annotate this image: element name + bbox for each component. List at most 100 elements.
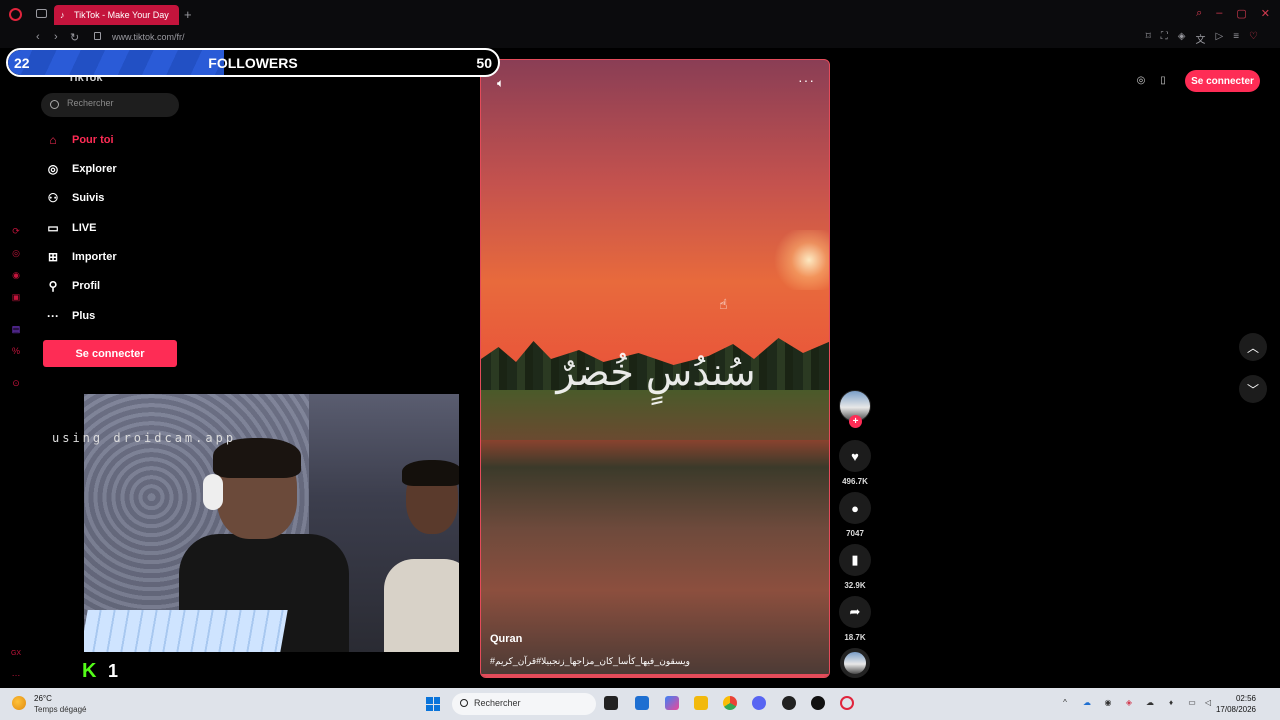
phone-icon[interactable]: ▯ <box>1157 75 1169 87</box>
sidebar-item-importer[interactable]: ⊞ Importer <box>44 247 184 267</box>
save-button[interactable]: ▮ <box>839 544 871 576</box>
sidebar-item-label: Pour toi <box>72 134 114 146</box>
copilot-icon[interactable] <box>665 696 679 710</box>
meadow <box>481 390 829 440</box>
search-box[interactable] <box>41 93 179 117</box>
opera-gx-icon[interactable] <box>840 696 854 710</box>
bookmark-icon: ▮ <box>851 552 859 567</box>
chevron-down-icon: ﹀ <box>1246 382 1259 397</box>
webcam-person <box>384 460 459 652</box>
sidebar-item-live[interactable]: ▭ LIVE <box>44 218 184 238</box>
droidcam-watermark: using droidcam.app <box>52 431 237 445</box>
shield-icon[interactable]: ◈ <box>1178 31 1186 46</box>
url-field[interactable]: www.tiktok.com/fr/ <box>112 32 185 42</box>
followers-goal-bar: 22 FOLLOWERS 50 <box>6 48 500 77</box>
reload-icon[interactable]: ↻ <box>70 31 79 44</box>
bookmark-icon[interactable]: ⌑ <box>1146 31 1151 46</box>
history-icon[interactable]: ⟳ <box>10 226 22 238</box>
onedrive-icon[interactable]: ☁ <box>1082 698 1092 708</box>
header-login-button[interactable]: Se connecter <box>1185 70 1260 92</box>
tray-app-icon[interactable]: ◈ <box>1124 698 1134 708</box>
maximize-icon[interactable]: ▢ <box>1236 7 1246 20</box>
opera-sidebar: ⟳ ◎ ◉ ▣ ▤ % ⊙ GX … <box>0 48 32 688</box>
next-video-button[interactable]: ﹀ <box>1239 375 1267 403</box>
tab-title: TikTok - Make Your Day <box>74 10 169 20</box>
task-view-icon[interactable] <box>604 696 618 710</box>
windows-start-icon[interactable] <box>426 697 440 711</box>
weather-description[interactable]: Temps dégagé <box>34 705 86 714</box>
login-button[interactable]: Se connecter <box>43 340 177 367</box>
workspace-icon[interactable]: ▣ <box>10 292 22 304</box>
new-tab-button[interactable]: + <box>184 7 192 22</box>
gx-icon[interactable]: GX <box>10 650 22 662</box>
twitch-icon[interactable]: ▤ <box>10 324 22 336</box>
microphone-icon[interactable]: ♦ <box>1166 698 1176 708</box>
snapshot-icon[interactable]: ⛶ <box>1161 31 1168 46</box>
tab-list-icon[interactable] <box>36 9 47 18</box>
lock-icon <box>94 32 101 40</box>
video-progress-bar[interactable] <box>481 674 829 677</box>
browser-toolbar: ⌑ ⛶ ◈ 文 ▷ ≡ ♡ <box>1146 31 1258 46</box>
clock-time[interactable]: 02:56 <box>1236 694 1256 703</box>
weather-temperature[interactable]: 26°C <box>34 694 52 703</box>
file-explorer-icon[interactable] <box>694 696 708 710</box>
comment-button[interactable]: ● <box>839 492 871 524</box>
easy-setup-icon[interactable]: ≡ <box>1233 31 1239 46</box>
tray-chevron-icon[interactable]: ^ <box>1060 698 1070 708</box>
follow-plus-icon[interactable]: + <box>849 415 862 428</box>
taskbar-search[interactable]: Rechercher <box>452 693 596 715</box>
sidebar-item-pour-toi[interactable]: ⌂ Pour toi <box>44 130 184 150</box>
video-description[interactable]: #ويسقون_فيها_كأسا_كان_مزاجها_زنجبيلا#قرآ… <box>490 656 690 667</box>
ai-icon[interactable]: ◎ <box>10 248 22 260</box>
heart-icon: ♥ <box>851 448 859 464</box>
opera-logo-icon[interactable] <box>9 8 22 21</box>
translate-icon[interactable]: 文 <box>1195 31 1205 46</box>
weather-moon-icon[interactable] <box>12 696 26 710</box>
like-button[interactable]: ♥ <box>839 440 871 472</box>
video-author[interactable]: Quran <box>490 633 522 645</box>
flow-icon[interactable]: ▷ <box>1215 31 1223 46</box>
search-tabs-icon[interactable]: ⌕ <box>1196 7 1202 20</box>
coin-icon[interactable]: ◎ <box>1135 75 1147 87</box>
discord-icon[interactable] <box>752 696 766 710</box>
tray-cloud-icon[interactable]: ☁ <box>1145 698 1155 708</box>
back-icon[interactable]: ‹ <box>36 31 40 43</box>
followers-label: FOLLOWERS <box>208 55 298 71</box>
volume-icon[interactable]: 🔈︎ <box>497 76 504 91</box>
browser-tab[interactable]: ♪ TikTok - Make Your Day <box>54 5 179 25</box>
share-button[interactable]: ➦ <box>839 596 871 628</box>
sidebar-item-profil[interactable]: ⚲ Profil <box>44 276 184 296</box>
sidebar-item-suivis[interactable]: ⚇ Suivis <box>44 188 184 208</box>
tray-app-icon[interactable]: ◉ <box>1103 698 1113 708</box>
close-icon[interactable]: ✕ <box>1261 7 1270 20</box>
display-icon[interactable]: ▭ <box>1187 698 1197 708</box>
music-disc-icon[interactable] <box>840 648 870 678</box>
app-icon[interactable] <box>782 696 796 710</box>
live-icon: ▭ <box>47 221 59 235</box>
minimize-icon[interactable]: – <box>1216 7 1222 20</box>
messenger-icon[interactable]: ◉ <box>10 270 22 282</box>
forward-icon[interactable]: › <box>54 31 58 43</box>
obs-icon[interactable] <box>811 696 825 710</box>
sidebar-item-explorer[interactable]: ◎ Explorer <box>44 159 184 179</box>
following-icon: ⚇ <box>47 191 59 205</box>
settings-icon[interactable]: ⊙ <box>10 378 22 390</box>
heart-icon[interactable]: ♡ <box>1249 31 1258 46</box>
hand-cursor-icon: ☝︎ <box>719 296 728 312</box>
sidebar-item-plus[interactable]: ··· Plus <box>44 306 184 326</box>
followers-goal: 50 <box>476 55 492 71</box>
more-options-icon[interactable]: ··· <box>798 72 815 88</box>
more-sidebar-icon[interactable]: … <box>10 668 22 680</box>
search-icon <box>460 699 468 707</box>
clock-date[interactable]: 17/08/2026 <box>1216 705 1256 714</box>
store-icon[interactable] <box>635 696 649 710</box>
volume-icon[interactable]: ◁ <box>1203 698 1213 708</box>
chrome-icon[interactable] <box>723 696 737 710</box>
video-player[interactable]: سُندُسٍ خُضرٌ 🔈︎ ··· Quran #ويسقون_فيها_… <box>480 59 830 678</box>
search-input[interactable] <box>67 98 172 108</box>
sidebar-item-label: Importer <box>72 251 117 263</box>
webcam-keyboard <box>84 610 288 652</box>
previous-video-button[interactable]: ︿ <box>1239 333 1267 361</box>
percent-icon[interactable]: % <box>10 346 22 358</box>
share-icon: ➦ <box>849 604 861 619</box>
